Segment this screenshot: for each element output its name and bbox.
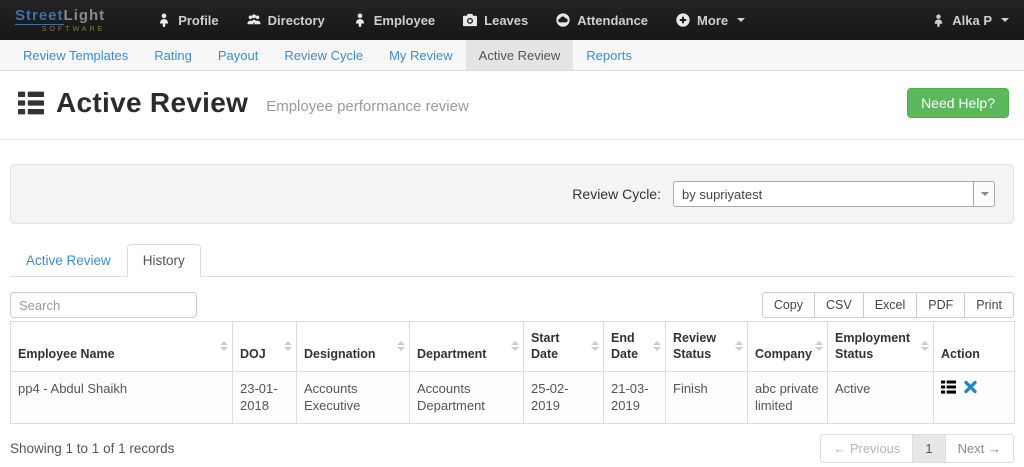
sort-arrows-icon xyxy=(921,341,929,352)
caret-down-icon xyxy=(1001,18,1009,22)
table-cell-employee-name: pp4 - Abdul Shaikh xyxy=(10,370,233,424)
page-title-wrap: Active Review Employee performance revie… xyxy=(18,87,469,119)
pagination: ← Previous 1 Next → xyxy=(820,433,1014,463)
review-tabs: Active Review History xyxy=(10,244,1014,277)
table-cell-employment-status: Active xyxy=(827,370,934,424)
table-toolbar: CopyCSVExcelPDFPrint xyxy=(10,292,1014,318)
table-cell-doj: 23-01-2018 xyxy=(232,370,297,424)
print-button[interactable]: Print xyxy=(964,292,1014,318)
top-navbar: StreetLight SOFTWARE Profile Directory Emp… xyxy=(0,0,1024,40)
previous-page-button[interactable]: ← Previous xyxy=(820,433,914,463)
next-page-button[interactable]: Next → xyxy=(944,433,1014,463)
user-icon xyxy=(932,13,945,27)
topnav-item-more[interactable]: More xyxy=(662,0,759,40)
table-cell-review-status: Finish xyxy=(665,370,748,424)
table-row: pp4 - Abdul Shaikh 23-01-2018 Accounts Exe… xyxy=(10,370,1015,424)
column-header-start-date[interactable]: Start Date xyxy=(523,321,604,372)
topnav-item-leaves[interactable]: Leaves xyxy=(449,0,542,40)
column-header-department[interactable]: Department xyxy=(409,321,524,372)
user-icon xyxy=(157,13,171,27)
column-header-employment-status[interactable]: Employment Status xyxy=(827,321,934,372)
subnav-item-active-review[interactable]: Active Review xyxy=(465,40,574,70)
module-subnav: Review Templates Rating Payout Review Cycle… xyxy=(0,40,1024,71)
need-help-button[interactable]: Need Help? xyxy=(907,88,1009,118)
subnav-item-payout[interactable]: Payout xyxy=(205,40,271,70)
top-nav-menu: Profile Directory Employee Leaves Attendance… xyxy=(143,0,759,40)
page-title: Active Review xyxy=(56,87,249,118)
table-cell-designation: Accounts Executive xyxy=(296,370,410,424)
subnav-item-my-review[interactable]: My Review xyxy=(376,40,466,70)
sort-arrows-icon xyxy=(511,341,519,352)
sort-arrows-icon xyxy=(735,341,743,352)
subnav-item-review-templates[interactable]: Review Templates xyxy=(10,40,141,70)
user-menu[interactable]: Alka P xyxy=(932,13,1009,28)
table-cell-action xyxy=(933,370,1015,424)
app-logo[interactable]: StreetLight SOFTWARE xyxy=(15,6,106,33)
search-input[interactable] xyxy=(10,292,197,318)
caret-down-icon xyxy=(981,192,989,196)
tab-active-review[interactable]: Active Review xyxy=(10,244,127,277)
subnav-item-reports[interactable]: Reports xyxy=(573,40,645,70)
column-header-designation[interactable]: Designation xyxy=(296,321,410,372)
select-caret-box[interactable] xyxy=(973,182,994,206)
topnav-item-profile[interactable]: Profile xyxy=(143,0,232,40)
cloud-circle-icon xyxy=(556,13,570,27)
camera-icon xyxy=(463,13,478,27)
list-icon xyxy=(18,91,44,115)
table-cell-company: abc private limited xyxy=(747,370,828,424)
topnav-item-employee[interactable]: Employee xyxy=(339,0,449,40)
sort-arrows-icon xyxy=(220,341,228,352)
review-cycle-selected-value: by supriyatest xyxy=(682,187,763,202)
sort-arrows-icon xyxy=(815,341,823,352)
column-header-employee-name[interactable]: Employee Name xyxy=(10,321,233,372)
column-header-end-date[interactable]: End Date xyxy=(603,321,666,372)
topnav-item-attendance[interactable]: Attendance xyxy=(542,0,662,40)
table-cell-end-date: 21-03-2019 xyxy=(603,370,666,424)
topnav-item-directory[interactable]: Directory xyxy=(233,0,339,40)
records-summary: Showing 1 to 1 of 1 records xyxy=(10,440,175,456)
table-cell-start-date: 25-02-2019 xyxy=(523,370,604,424)
sort-arrows-icon xyxy=(653,341,661,352)
review-cycle-select[interactable]: by supriyatest xyxy=(673,181,995,207)
review-cycle-label: Review Cycle: xyxy=(572,186,661,202)
delete-x-icon[interactable] xyxy=(963,380,978,399)
page-header: Active Review Employee performance revie… xyxy=(0,71,1024,140)
user-icon xyxy=(353,13,367,27)
app-logo-text: StreetLight xyxy=(15,6,106,25)
table-cell-department: Accounts Department xyxy=(409,370,524,424)
table-header-row: Employee Name DOJ Designation Department Sta… xyxy=(10,321,1015,372)
copy-button[interactable]: Copy xyxy=(761,292,816,318)
excel-button[interactable]: Excel xyxy=(862,292,918,318)
sort-arrows-icon xyxy=(591,341,599,352)
sort-arrows-icon xyxy=(284,341,292,352)
page-number-button[interactable]: 1 xyxy=(912,433,946,463)
column-header-company[interactable]: Company xyxy=(747,321,828,372)
subnav-item-review-cycle[interactable]: Review Cycle xyxy=(271,40,376,70)
page-subtitle: Employee performance review xyxy=(266,97,469,115)
tab-history[interactable]: History xyxy=(126,244,201,277)
plus-circle-icon xyxy=(676,13,690,27)
pdf-button[interactable]: PDF xyxy=(916,292,966,318)
review-cycle-panel: Review Cycle: by supriyatest xyxy=(10,164,1014,224)
sort-arrows-icon xyxy=(397,341,405,352)
csv-button[interactable]: CSV xyxy=(814,292,864,318)
column-header-review-status[interactable]: Review Status xyxy=(665,321,748,372)
review-table: Employee Name DOJ Designation Department Sta… xyxy=(10,321,1015,424)
review-table-wrap: Employee Name DOJ Designation Department Sta… xyxy=(10,321,1015,424)
export-toolbar: Copy CSV Excel PDF Print xyxy=(761,292,1014,318)
table-footer: Showing 1 to 1 of 1 records ← Previous 1… xyxy=(10,433,1014,463)
column-header-doj[interactable]: DOJ xyxy=(232,321,297,372)
table-body: pp4 - Abdul Shaikh 23-01-2018 Accounts Exe… xyxy=(10,370,1015,424)
subnav-item-rating[interactable]: Rating xyxy=(141,40,205,70)
view-list-icon[interactable] xyxy=(941,380,956,399)
user-menu-label: Alka P xyxy=(952,12,992,28)
column-header-action: Action xyxy=(933,321,1015,372)
app-logo-tagline: SOFTWARE xyxy=(41,25,106,33)
caret-down-icon xyxy=(737,18,746,22)
users-icon xyxy=(247,13,261,27)
